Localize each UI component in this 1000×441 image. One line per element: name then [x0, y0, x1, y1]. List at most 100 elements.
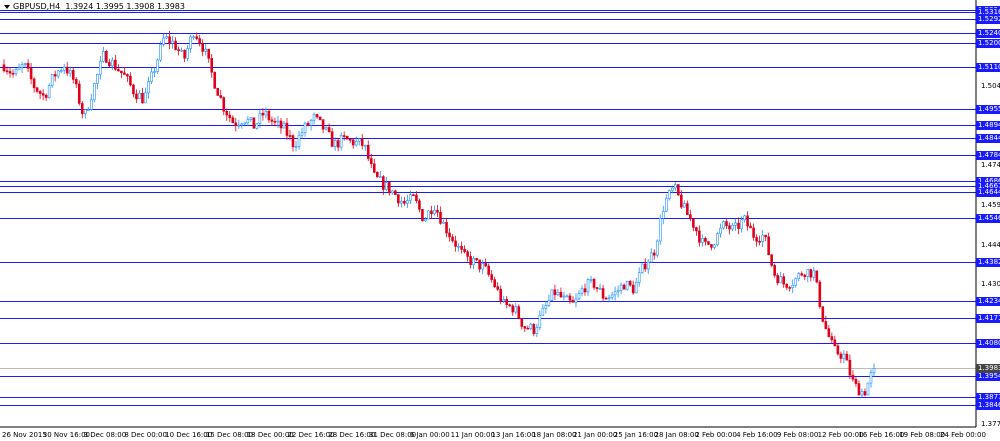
candle	[20, 61, 24, 73]
ohlc-quote: 1.3924 1.3995 1.3908 1.3983	[65, 2, 185, 11]
candle	[794, 277, 798, 288]
candle	[391, 190, 394, 195]
candle	[403, 197, 406, 206]
time-tick-label: 9 Feb 08:00	[776, 431, 819, 439]
time-tick-label: 18 Jan 08:00	[532, 431, 577, 439]
candle	[77, 80, 81, 106]
candle	[550, 289, 554, 302]
candle	[237, 119, 241, 129]
candle	[613, 286, 617, 301]
candle	[544, 301, 548, 314]
candle	[14, 68, 18, 77]
candle	[418, 198, 421, 213]
time-tick-label: 12 Feb 00:00	[817, 431, 864, 439]
candle	[538, 310, 542, 331]
candle	[698, 225, 701, 247]
candle	[345, 135, 349, 140]
candle	[601, 284, 605, 301]
candle	[556, 289, 560, 297]
price-tick-label: 1.4745	[981, 160, 1000, 169]
candle	[255, 122, 259, 130]
candle	[553, 284, 557, 301]
candle	[96, 73, 99, 89]
candle	[421, 208, 424, 222]
candle	[872, 363, 876, 377]
current-price-label: 1.3983	[976, 364, 1000, 373]
candle	[327, 123, 331, 133]
candle	[508, 303, 512, 308]
candle	[490, 270, 493, 283]
candle	[830, 332, 834, 345]
candle	[677, 184, 680, 196]
candle	[35, 86, 39, 94]
candle	[68, 66, 72, 77]
candle	[153, 67, 156, 78]
candle	[50, 74, 54, 88]
candle	[138, 90, 141, 100]
candle	[755, 234, 758, 247]
candle	[333, 137, 337, 151]
candle	[448, 227, 451, 242]
candle	[487, 263, 490, 277]
candle	[388, 182, 391, 196]
candle	[475, 258, 478, 262]
price-chart[interactable]	[0, 0, 1000, 441]
candle	[773, 263, 776, 278]
candle	[102, 46, 105, 63]
candle	[827, 324, 831, 338]
candle	[637, 267, 641, 287]
candle	[812, 266, 816, 281]
candle	[839, 351, 843, 364]
candle	[354, 136, 358, 147]
candle	[183, 49, 186, 63]
candle	[90, 93, 93, 111]
candle	[207, 48, 211, 63]
candle	[704, 236, 707, 246]
candle	[800, 271, 804, 277]
chart-window[interactable]: GBPUSD,H4 1.3924 1.3995 1.3908 1.3983 1.…	[0, 0, 1000, 441]
candle	[59, 68, 63, 74]
candle	[559, 287, 563, 299]
candle	[126, 73, 129, 82]
candle	[427, 210, 430, 220]
candle	[689, 209, 692, 222]
candle	[565, 294, 569, 298]
candle	[270, 116, 274, 126]
candle	[719, 223, 722, 238]
level-price-label: 1.4171	[976, 314, 1000, 323]
time-tick-label: 16 Feb 16:00	[858, 431, 905, 439]
candle	[646, 259, 650, 274]
time-tick-label: 11 Jan 00:00	[450, 431, 495, 439]
candle	[406, 194, 409, 208]
candle	[141, 87, 144, 104]
candle	[430, 205, 433, 219]
level-price-label: 1.4955	[976, 105, 1000, 114]
candle	[631, 280, 635, 295]
candle	[108, 58, 111, 68]
candle	[761, 230, 764, 247]
candle	[65, 61, 69, 76]
candle	[261, 108, 265, 121]
candle	[339, 132, 343, 151]
candle	[523, 325, 527, 332]
candle	[400, 196, 403, 208]
candle	[737, 217, 740, 235]
candle	[394, 189, 397, 195]
candle	[375, 171, 379, 178]
candle	[743, 214, 746, 223]
candle	[640, 263, 644, 274]
chart-menu-arrow-icon[interactable]	[4, 4, 10, 9]
candle	[658, 214, 662, 245]
time-tick-label: 13 Jan 16:00	[491, 431, 536, 439]
candle	[707, 241, 710, 246]
candle	[186, 45, 189, 62]
level-price-label: 1.4784	[976, 151, 1000, 160]
candle	[469, 251, 472, 269]
candle	[312, 112, 316, 125]
level-price-label: 1.4644	[976, 188, 1000, 197]
candle	[246, 116, 250, 126]
candle	[803, 273, 807, 281]
candle	[466, 249, 469, 262]
candle	[661, 205, 665, 225]
time-tick-label: 2 Feb 00:00	[695, 431, 737, 439]
